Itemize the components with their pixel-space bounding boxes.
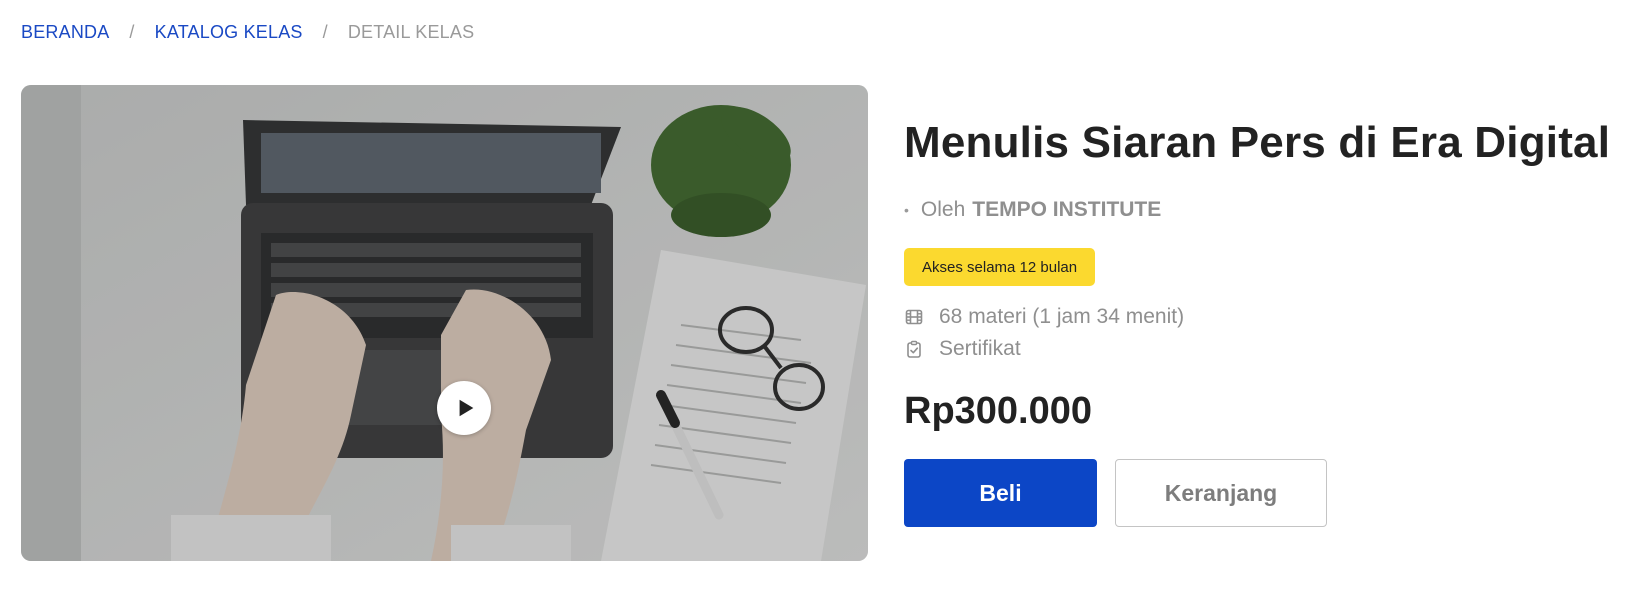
certificate-info: Sertifikat xyxy=(904,337,1021,361)
course-author: • Oleh TEMPO INSTITUTE xyxy=(904,198,1161,222)
film-icon xyxy=(904,307,924,327)
clipboard-check-icon xyxy=(904,339,924,359)
course-preview-video[interactable] xyxy=(21,85,868,561)
access-badge: Akses selama 12 bulan xyxy=(904,248,1096,286)
breadcrumb: BERANDA / KATALOG KELAS / DETAIL KELAS xyxy=(21,22,474,43)
add-to-cart-button[interactable]: Keranjang xyxy=(1115,459,1327,527)
media-overlay xyxy=(21,85,868,561)
breadcrumb-separator: / xyxy=(322,22,328,42)
author-prefix: Oleh xyxy=(920,198,966,221)
breadcrumb-home-link[interactable]: BERANDA xyxy=(21,22,109,43)
course-title: Menulis Siaran Pers di Era Digital xyxy=(904,118,1611,167)
play-icon xyxy=(459,399,474,417)
breadcrumb-separator: / xyxy=(129,22,135,42)
play-button[interactable] xyxy=(437,381,491,435)
materials-info: 68 materi (1 jam 34 menit) xyxy=(904,305,1184,329)
buy-button[interactable]: Beli xyxy=(904,459,1097,527)
breadcrumb-catalog-link[interactable]: KATALOG KELAS xyxy=(155,22,303,43)
certificate-text: Sertifikat xyxy=(939,337,1021,360)
author-name: TEMPO INSTITUTE xyxy=(972,198,1162,221)
breadcrumb-current: DETAIL KELAS xyxy=(347,22,475,42)
materials-text: 68 materi (1 jam 34 menit) xyxy=(939,305,1185,328)
course-price: Rp300.000 xyxy=(904,390,1093,432)
bullet: • xyxy=(904,202,909,218)
